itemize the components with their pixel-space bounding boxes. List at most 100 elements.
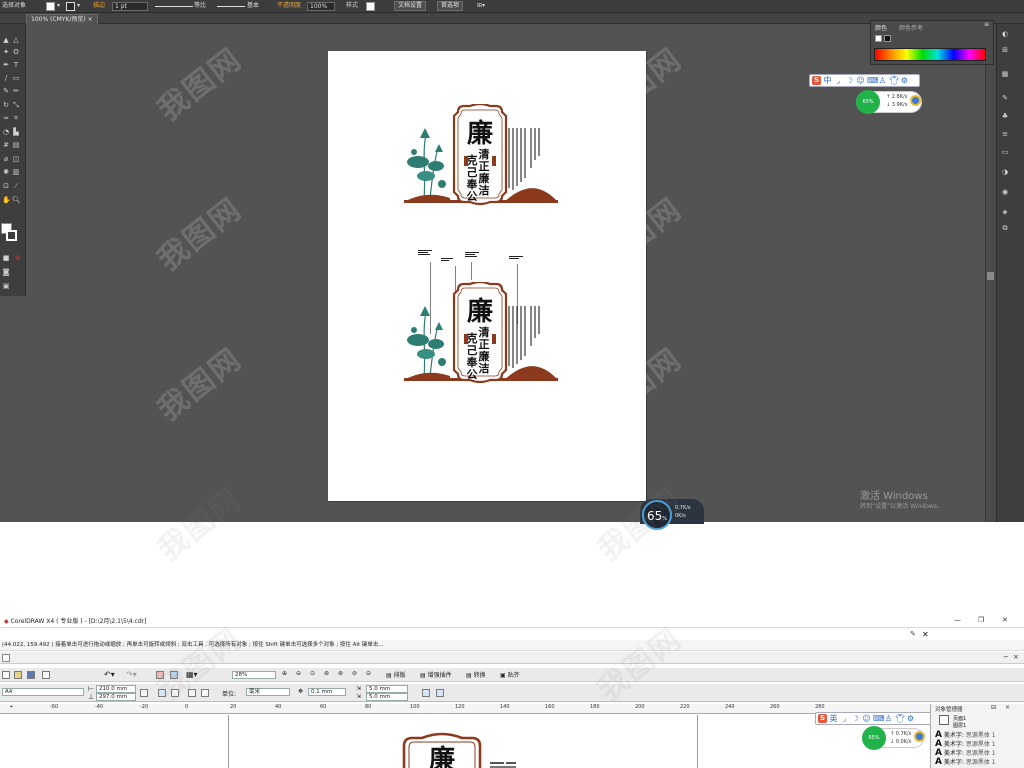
zoom-in-icon[interactable]: ⊕ xyxy=(282,670,287,677)
current-page-icon[interactable] xyxy=(201,689,209,697)
color-mode-icon[interactable]: ■ xyxy=(2,254,10,262)
person-icon[interactable]: ♙ xyxy=(884,714,893,723)
new-file-icon[interactable] xyxy=(2,671,10,679)
list-item[interactable]: A 美术字: 思源黑体 1 xyxy=(935,757,996,767)
brush-label[interactable]: 基本 xyxy=(247,1,259,11)
gear-icon[interactable]: ⚙ xyxy=(900,76,909,85)
dup-x-field[interactable]: 5.0 mm xyxy=(366,685,408,693)
punctuation-icon[interactable]: ◞ xyxy=(840,714,849,723)
doc-icon[interactable] xyxy=(2,654,10,662)
pen-tool-icon[interactable]: ✒ xyxy=(2,61,10,69)
slice-tool-icon[interactable]: ⟋ xyxy=(12,182,20,190)
opacity-label[interactable]: 不透明度 xyxy=(277,1,301,11)
scale-tool-icon[interactable]: ⤡ xyxy=(12,101,20,109)
zoom-width-icon[interactable]: ⊜ xyxy=(352,670,357,677)
symbol-sprayer-icon[interactable]: ✺ xyxy=(2,168,10,176)
dup-y-field[interactable]: 5.0 mm xyxy=(366,693,408,701)
ime-toolbar[interactable]: S 中 ◞ ☽ ☺ ⌨♙ 👕︎ ⚙ xyxy=(809,74,920,87)
smile-icon[interactable]: ☺ xyxy=(856,76,865,85)
zoom-tool-icon[interactable]: 🔍︎ xyxy=(12,196,21,204)
lian-design-top[interactable]: 廉 清正廉洁 克己奉公 xyxy=(404,104,560,216)
eyedropper-icon[interactable]: ⌀ xyxy=(2,155,10,163)
color-panel-icon[interactable]: ◐ xyxy=(1001,30,1009,38)
color-spectrum[interactable] xyxy=(874,48,986,61)
pencil-tool-icon[interactable]: ✏ xyxy=(12,87,20,95)
stroke-color-icon[interactable] xyxy=(884,35,891,42)
page-size-select[interactable]: A4 xyxy=(2,688,84,696)
direct-selection-tool-icon[interactable]: △ xyxy=(12,36,20,44)
artboard-tool-icon[interactable]: ⊡ xyxy=(2,182,10,190)
zoom-out-icon[interactable]: ⊖ xyxy=(296,670,301,677)
color-guide-tab[interactable]: 颜色参考 xyxy=(899,23,923,32)
keyboard-icon[interactable]: ⌨ xyxy=(873,714,885,723)
page-width-field[interactable]: 210.0 mm xyxy=(96,685,136,693)
page-tab-label[interactable]: 页面1 xyxy=(953,715,966,722)
ime-toolbar-2[interactable]: S 英 ◞ ☽ ☺ ⌨♙ 👕︎ ⚙ xyxy=(815,712,933,725)
none-color-icon[interactable]: ⊘ xyxy=(14,254,22,262)
treat-as-filled-icon[interactable] xyxy=(422,689,430,697)
print-icon[interactable] xyxy=(42,671,50,679)
prefs-button[interactable]: 首选项 xyxy=(437,1,464,11)
tb-button-2[interactable]: ▤ 转换 xyxy=(466,670,486,679)
gradient-panel-icon[interactable]: ▭ xyxy=(1001,148,1009,156)
stroke-panel-icon[interactable]: ≡ xyxy=(1001,130,1009,138)
ime-logo-2[interactable]: S xyxy=(818,714,827,723)
shape-builder-icon[interactable]: ◔ xyxy=(2,128,10,136)
ime-mode[interactable]: 中 xyxy=(823,76,832,85)
zoom-page-icon[interactable]: ⊙ xyxy=(310,670,315,677)
width-tool-icon[interactable]: ≈ xyxy=(2,114,10,122)
shirt-icon[interactable]: 👕︎ xyxy=(889,76,899,85)
mdi-minimize-icon[interactable]: − xyxy=(1003,653,1009,661)
swatches-icon[interactable]: ▦ xyxy=(1001,70,1009,78)
free-transform-icon[interactable]: ⌗ xyxy=(12,114,20,122)
rotate-tool-icon[interactable]: ↻ xyxy=(2,101,10,109)
net-percent[interactable]: 65% xyxy=(856,90,880,114)
accelerator-icon[interactable] xyxy=(914,731,925,742)
keyboard-icon[interactable]: ⌨ xyxy=(867,76,879,85)
mdi-close-icon[interactable]: × xyxy=(1013,653,1019,661)
fill-color-icon[interactable] xyxy=(875,35,882,42)
nudge-field[interactable]: 0.1 mm xyxy=(308,688,346,696)
ime-mode-2[interactable]: 英 xyxy=(829,714,838,723)
stroke-swatch[interactable] xyxy=(66,2,75,11)
save-icon[interactable] xyxy=(27,671,35,679)
width-spin-icon[interactable] xyxy=(140,689,148,697)
gradient-tool-icon[interactable]: ▤ xyxy=(12,141,20,149)
person-icon[interactable]: ♙ xyxy=(878,76,887,85)
blend-tool-icon[interactable]: ◫ xyxy=(12,155,20,163)
units-select[interactable]: 毫米 xyxy=(246,688,290,696)
graph-tool-icon[interactable]: ▥ xyxy=(12,168,20,176)
zoom-field[interactable]: 28% xyxy=(232,671,276,679)
shirt-icon[interactable]: 👕︎ xyxy=(895,714,905,723)
restore-icon[interactable]: ❐ xyxy=(978,616,984,624)
page-height-field[interactable]: 297.0 mm xyxy=(96,693,136,701)
arrange-icon[interactable]: ⊞▾ xyxy=(477,1,485,11)
color-tab[interactable]: 颜色 xyxy=(875,23,887,32)
fill-dropdown-icon[interactable]: ▾ xyxy=(57,1,60,11)
gear-icon[interactable]: ⚙ xyxy=(906,714,915,723)
magic-wand-icon[interactable]: ✦ xyxy=(2,48,10,56)
net-percent-2[interactable]: 65% xyxy=(862,726,886,750)
lian-design-bottom[interactable]: 廉 清正廉洁 克己奉公 xyxy=(404,282,560,394)
opacity-field[interactable]: 100% xyxy=(307,2,335,11)
smile-icon[interactable]: ☺ xyxy=(862,714,871,723)
close-icon[interactable]: × xyxy=(88,16,93,23)
screen-mode-icon[interactable]: ▣ xyxy=(2,282,10,290)
panel-pin-icon[interactable]: ⊟ xyxy=(991,704,996,711)
tb-button-1[interactable]: ▤ 增强插件 xyxy=(420,670,452,679)
transparency-icon[interactable]: ◑ xyxy=(1001,168,1009,176)
redo-icon[interactable]: ↷▾ xyxy=(126,670,137,679)
stroke-weight-field[interactable]: 1 pt xyxy=(112,2,148,11)
undo-icon[interactable]: ↶▾ xyxy=(104,670,115,679)
panel-close-icon[interactable]: × xyxy=(1005,704,1010,711)
panel-menu-icon[interactable]: ≡ xyxy=(984,21,989,28)
layer-label[interactable]: 图层1 xyxy=(953,722,966,729)
brush-tool-icon[interactable]: ✎ xyxy=(2,87,10,95)
punctuation-icon[interactable]: ◞ xyxy=(834,76,843,85)
pen-icon[interactable]: ✎ xyxy=(910,630,916,638)
symbols-icon[interactable]: ♣ xyxy=(1001,112,1009,120)
tb-button-0[interactable]: ▤ 排版 xyxy=(386,670,406,679)
scroll-thumb[interactable] xyxy=(987,272,994,280)
hand-tool-icon[interactable]: ✋ xyxy=(2,196,11,204)
style-swatch[interactable] xyxy=(366,2,375,11)
